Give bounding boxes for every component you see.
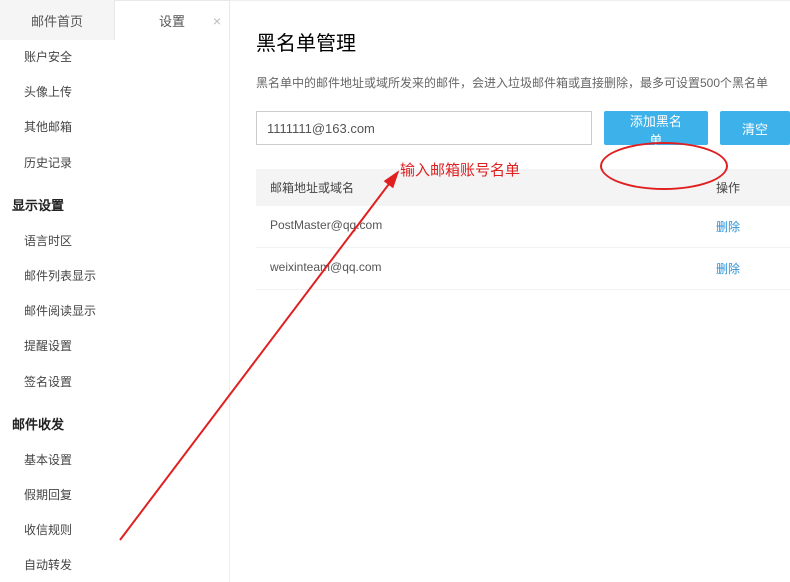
tab-settings[interactable]: 设置 × [114, 0, 230, 40]
sidebar-item-history[interactable]: 历史记录 [0, 146, 229, 181]
cell-email: weixinteam@qq.com [270, 260, 716, 277]
sidebar-nav: 账户安全 头像上传 其他邮箱 历史记录 显示设置 语言时区 邮件列表显示 邮件阅… [0, 40, 230, 582]
clear-button[interactable]: 清空 [720, 111, 790, 145]
sidebar-item-read-display[interactable]: 邮件阅读显示 [0, 294, 229, 329]
page-description: 黑名单中的邮件地址或域所发来的邮件，会进入垃圾邮件箱或直接删除，最多可设置500… [256, 74, 790, 93]
tab-label: 设置 [159, 11, 185, 30]
tab-mail-home[interactable]: 邮件首页 [0, 0, 114, 40]
column-email: 邮箱地址或域名 [270, 179, 716, 196]
sidebar-item-reminder[interactable]: 提醒设置 [0, 329, 229, 364]
sidebar-item-signature[interactable]: 签名设置 [0, 365, 229, 400]
sidebar-item-language[interactable]: 语言时区 [0, 224, 229, 259]
sidebar-item-vacation[interactable]: 假期回复 [0, 478, 229, 513]
add-blacklist-button[interactable]: 添加黑名单 [604, 111, 708, 145]
table-row: PostMaster@qq.com 删除 [256, 206, 790, 248]
sidebar-group-display: 显示设置 [0, 181, 229, 224]
table-row: weixinteam@qq.com 删除 [256, 248, 790, 290]
delete-link[interactable]: 删除 [716, 262, 740, 276]
sidebar-group-mail-io: 邮件收发 [0, 400, 229, 443]
sidebar-item-basic[interactable]: 基本设置 [0, 443, 229, 478]
delete-link[interactable]: 删除 [716, 220, 740, 234]
sidebar-item-account-security[interactable]: 账户安全 [0, 40, 229, 75]
close-icon[interactable]: × [213, 13, 221, 29]
main-content: 黑名单管理 黑名单中的邮件地址或域所发来的邮件，会进入垃圾邮件箱或直接删除，最多… [230, 0, 790, 582]
tab-label: 邮件首页 [31, 11, 83, 30]
sidebar-item-other-mail[interactable]: 其他邮箱 [0, 110, 229, 145]
tab-bar: 邮件首页 设置 × [0, 0, 230, 40]
page-title: 黑名单管理 [256, 27, 790, 56]
column-action: 操作 [716, 179, 776, 196]
sidebar-item-list-display[interactable]: 邮件列表显示 [0, 259, 229, 294]
sidebar-item-auto-forward[interactable]: 自动转发 [0, 548, 229, 582]
blacklist-email-input[interactable] [256, 111, 592, 145]
sidebar-item-receive-rules[interactable]: 收信规则 [0, 513, 229, 548]
sidebar-item-avatar-upload[interactable]: 头像上传 [0, 75, 229, 110]
cell-email: PostMaster@qq.com [270, 218, 716, 235]
table-header: 邮箱地址或域名 操作 [256, 169, 790, 206]
